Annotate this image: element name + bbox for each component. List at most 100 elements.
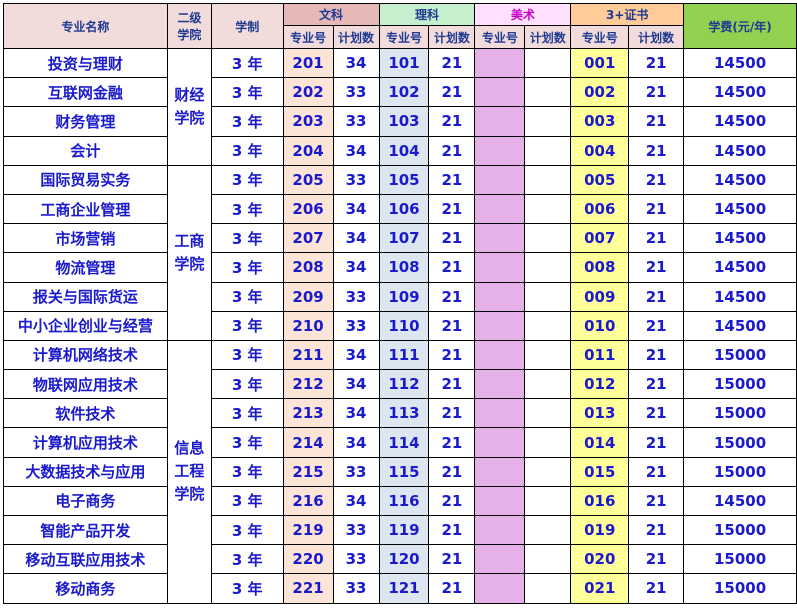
major-name-cell: 国际贸易实务 (3, 164, 168, 195)
fee-cell: 15000 (683, 427, 797, 458)
sz-code-cell: 008 (570, 252, 630, 283)
mei-plan-cell (524, 573, 572, 604)
wen-code-cell: 208 (282, 252, 334, 283)
li-code-cell: 105 (378, 164, 430, 195)
sz-plan-cell: 21 (628, 427, 685, 458)
fee-cell: 14500 (683, 106, 797, 137)
duration-cell: 3 年 (210, 223, 284, 254)
duration-cell: 3 年 (210, 193, 284, 225)
wen-code-cell: 210 (282, 310, 334, 341)
table-row: 市场营销 3 年 207 34 107 21 007 21 14500 (3, 223, 797, 254)
wen-code-cell: 213 (282, 398, 334, 429)
mei-code-cell (474, 310, 526, 341)
li-code-cell: 120 (378, 544, 430, 575)
table-row: 移动商务 3 年 221 33 121 21 021 21 15000 (3, 573, 797, 604)
li-plan-cell: 21 (428, 281, 476, 312)
fee-cell: 14500 (683, 310, 797, 341)
mei-plan-cell (524, 193, 572, 225)
mei-plan-cell (524, 223, 572, 254)
college-cell: 财经 学院 (166, 48, 212, 166)
li-code-cell: 109 (378, 281, 430, 312)
duration-cell: 3 年 (210, 573, 284, 604)
duration-cell: 3 年 (210, 310, 284, 341)
sz-code-cell: 007 (570, 223, 630, 254)
sz-plan-cell: 21 (628, 456, 685, 487)
wen-code-cell: 220 (282, 544, 334, 575)
major-name-cell: 中小企业创业与经营 (3, 310, 168, 341)
header-mei-code: 专业号 (474, 25, 526, 49)
major-name-cell: 市场营销 (3, 223, 168, 254)
wen-plan-cell: 33 (332, 281, 380, 312)
table-row: 物联网应用技术 3 年 212 34 112 21 012 21 15000 (3, 369, 797, 400)
wen-plan-cell: 34 (332, 135, 380, 166)
li-plan-cell: 21 (428, 369, 476, 400)
sz-code-cell: 011 (570, 339, 630, 371)
wen-plan-cell: 33 (332, 544, 380, 575)
duration-cell: 3 年 (210, 135, 284, 166)
sz-plan-cell: 21 (628, 514, 685, 546)
li-code-cell: 101 (378, 47, 430, 79)
table-row: 大数据技术与应用 3 年 215 33 115 21 015 21 15000 (3, 456, 797, 487)
li-code-cell: 115 (378, 456, 430, 487)
wen-plan-cell: 34 (332, 485, 380, 517)
li-plan-cell: 21 (428, 223, 476, 254)
mei-code-cell (474, 223, 526, 254)
wen-code-cell: 214 (282, 427, 334, 458)
major-name-cell: 智能产品开发 (3, 514, 168, 546)
fee-cell: 14500 (683, 485, 797, 517)
header-li-plan: 计划数 (428, 25, 476, 49)
mei-code-cell (474, 193, 526, 225)
wen-plan-cell: 33 (332, 164, 380, 195)
sz-plan-cell: 21 (628, 47, 685, 79)
mei-code-cell (474, 47, 526, 79)
fee-cell: 14500 (683, 223, 797, 254)
header-li: 理科 (378, 3, 476, 26)
mei-plan-cell (524, 77, 572, 108)
college-cell: 信息 工程 学院 (166, 339, 212, 604)
li-code-cell: 107 (378, 223, 430, 254)
li-plan-cell: 21 (428, 106, 476, 137)
sz-code-cell: 013 (570, 398, 630, 429)
duration-cell: 3 年 (210, 281, 284, 312)
fee-cell: 14500 (683, 47, 797, 79)
li-code-cell: 113 (378, 398, 430, 429)
mei-code-cell (474, 339, 526, 371)
fee-cell: 14500 (683, 193, 797, 225)
header-mei: 美术 (474, 3, 572, 26)
duration-cell: 3 年 (210, 456, 284, 487)
wen-plan-cell: 34 (332, 339, 380, 371)
table-row: 报关与国际货运 3 年 209 33 109 21 009 21 14500 (3, 281, 797, 312)
wen-code-cell: 205 (282, 164, 334, 195)
mei-code-cell (474, 135, 526, 166)
duration-cell: 3 年 (210, 106, 284, 137)
mei-code-cell (474, 573, 526, 604)
major-name-cell: 会计 (3, 135, 168, 166)
mei-code-cell (474, 164, 526, 195)
wen-plan-cell: 34 (332, 47, 380, 79)
li-code-cell: 121 (378, 573, 430, 604)
wen-code-cell: 215 (282, 456, 334, 487)
wen-code-cell: 202 (282, 77, 334, 108)
mei-plan-cell (524, 544, 572, 575)
major-name-cell: 电子商务 (3, 485, 168, 517)
li-plan-cell: 21 (428, 398, 476, 429)
duration-cell: 3 年 (210, 514, 284, 546)
mei-code-cell (474, 252, 526, 283)
sz-code-cell: 016 (570, 485, 630, 517)
header-major-name: 专业名称 (3, 3, 168, 49)
major-name-cell: 工商企业管理 (3, 193, 168, 225)
mei-plan-cell (524, 135, 572, 166)
fee-cell: 15000 (683, 369, 797, 400)
wen-code-cell: 211 (282, 339, 334, 371)
li-plan-cell: 21 (428, 514, 476, 546)
li-plan-cell: 21 (428, 135, 476, 166)
sz-plan-cell: 21 (628, 369, 685, 400)
li-code-cell: 111 (378, 339, 430, 371)
sz-code-cell: 021 (570, 573, 630, 604)
sz-code-cell: 006 (570, 193, 630, 225)
sz-plan-cell: 21 (628, 106, 685, 137)
duration-cell: 3 年 (210, 544, 284, 575)
mei-code-cell (474, 281, 526, 312)
sz-plan-cell: 21 (628, 544, 685, 575)
mei-plan-cell (524, 398, 572, 429)
